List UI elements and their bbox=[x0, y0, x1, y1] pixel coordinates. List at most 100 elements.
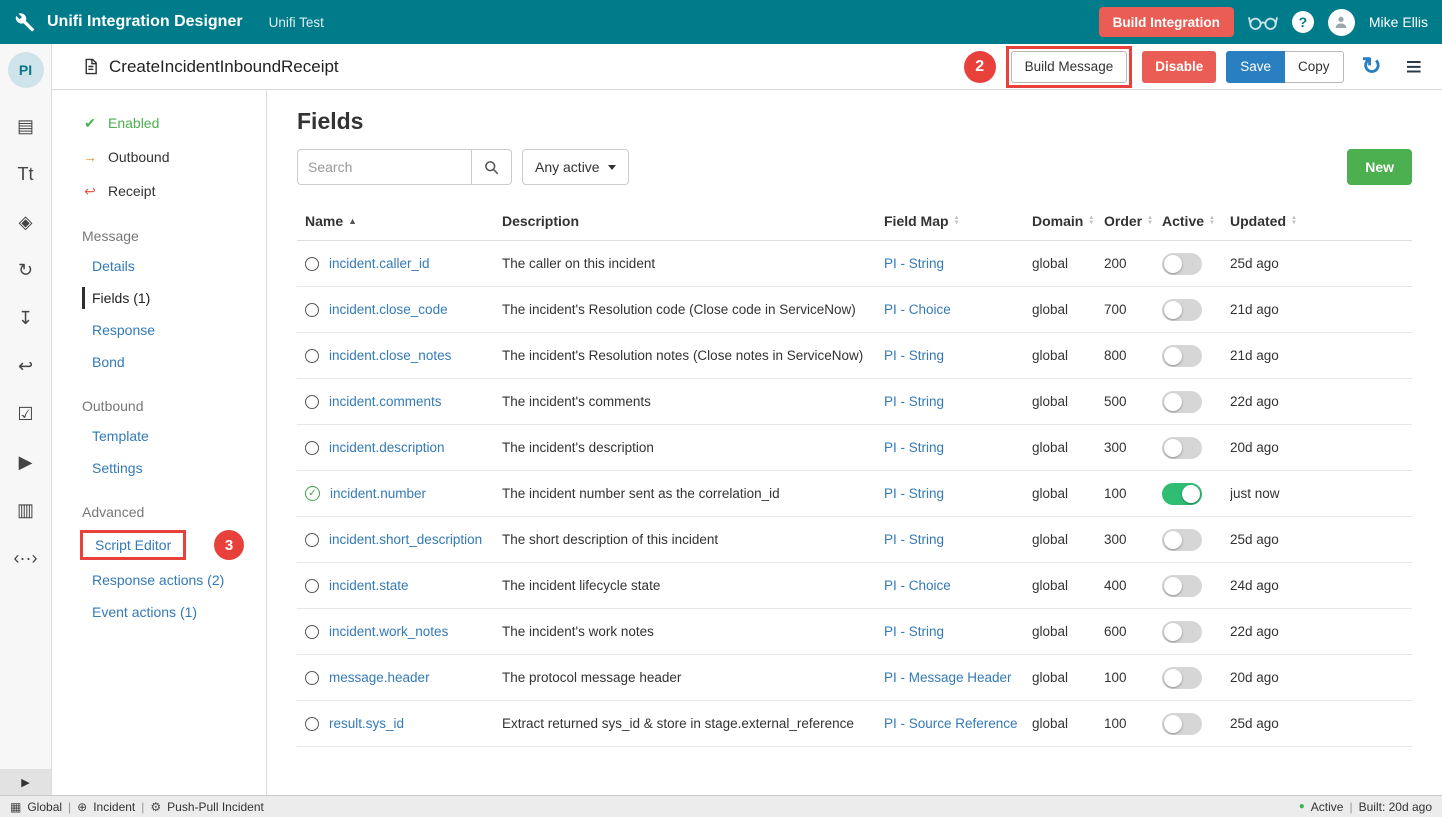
user-avatar[interactable] bbox=[1328, 9, 1355, 36]
radio-circle-icon[interactable] bbox=[305, 717, 319, 731]
active-toggle[interactable] bbox=[1162, 667, 1202, 689]
status-item-label: Enabled bbox=[108, 115, 159, 131]
sidebar-collapse-button[interactable]: ▶ bbox=[0, 769, 51, 795]
radio-circle-icon[interactable] bbox=[305, 579, 319, 593]
sidebar-item-response-actions-2[interactable]: Response actions (2) bbox=[52, 564, 266, 596]
field-name-link[interactable]: message.header bbox=[329, 670, 430, 685]
field-map-link[interactable]: PI - String bbox=[884, 532, 1032, 547]
field-map-link[interactable]: PI - Source Reference bbox=[884, 716, 1032, 731]
active-filter-dropdown[interactable]: Any active bbox=[522, 149, 629, 185]
radio-circle-icon[interactable] bbox=[305, 257, 319, 271]
book-icon[interactable]: ▥ bbox=[13, 498, 39, 522]
field-name-link[interactable]: incident.caller_id bbox=[329, 256, 430, 271]
description-cell: The incident's Resolution code (Close co… bbox=[502, 302, 884, 317]
save-button[interactable]: Save bbox=[1226, 51, 1285, 83]
field-map-link[interactable]: PI - Choice bbox=[884, 578, 1032, 593]
radio-circle-icon[interactable] bbox=[305, 303, 319, 317]
column-header-name[interactable]: Name▲ bbox=[297, 213, 502, 229]
active-toggle[interactable] bbox=[1162, 391, 1202, 413]
field-map-link[interactable]: PI - String bbox=[884, 486, 1032, 501]
active-toggle[interactable] bbox=[1162, 713, 1202, 735]
table-row: incident.close_notesThe incident's Resol… bbox=[297, 333, 1412, 379]
document-icon[interactable]: ▤ bbox=[13, 114, 39, 138]
field-map-link[interactable]: PI - String bbox=[884, 394, 1032, 409]
radio-circle-icon[interactable] bbox=[305, 671, 319, 685]
field-name-link[interactable]: incident.comments bbox=[329, 394, 442, 409]
radio-circle-icon[interactable] bbox=[305, 349, 319, 363]
field-map-link[interactable]: PI - String bbox=[884, 624, 1032, 639]
column-header-field-map[interactable]: Field Map▲▼ bbox=[884, 213, 1032, 229]
preview-glasses-icon[interactable] bbox=[1248, 13, 1278, 31]
new-button[interactable]: New bbox=[1347, 149, 1412, 185]
sidebar-item-event-actions-1[interactable]: Event actions (1) bbox=[52, 596, 266, 628]
field-map-link[interactable]: PI - String bbox=[884, 256, 1032, 271]
hamburger-menu-icon[interactable]: ≡ bbox=[1406, 53, 1422, 81]
play-icon[interactable]: ▶ bbox=[13, 450, 39, 474]
active-toggle[interactable] bbox=[1162, 299, 1202, 321]
code-icon[interactable]: ‹··› bbox=[13, 546, 39, 570]
text-format-icon[interactable]: Tt bbox=[13, 162, 39, 186]
reply-icon[interactable]: ↩ bbox=[13, 354, 39, 378]
sidebar-item-response[interactable]: Response bbox=[52, 314, 266, 346]
field-name-link[interactable]: incident.state bbox=[329, 578, 409, 593]
sidebar-item-template[interactable]: Template bbox=[52, 420, 266, 452]
active-toggle[interactable] bbox=[1162, 621, 1202, 643]
column-label: Field Map bbox=[884, 213, 949, 229]
copy-button[interactable]: Copy bbox=[1285, 51, 1344, 83]
help-icon[interactable]: ? bbox=[1292, 11, 1314, 33]
sidebar-item-details[interactable]: Details bbox=[52, 250, 266, 282]
active-toggle[interactable] bbox=[1162, 529, 1202, 551]
field-map-link[interactable]: PI - Message Header bbox=[884, 670, 1032, 685]
checked-circle-icon[interactable]: ✓ bbox=[305, 486, 320, 501]
column-header-domain[interactable]: Domain▲▼ bbox=[1032, 213, 1104, 229]
active-toggle[interactable] bbox=[1162, 345, 1202, 367]
sidebar-item-settings[interactable]: Settings bbox=[52, 452, 266, 484]
field-name-link[interactable]: incident.number bbox=[330, 486, 426, 501]
column-header-order[interactable]: Order▲▼ bbox=[1104, 213, 1162, 229]
field-map-link[interactable]: PI - Choice bbox=[884, 302, 1032, 317]
active-toggle[interactable] bbox=[1162, 483, 1202, 505]
active-toggle[interactable] bbox=[1162, 253, 1202, 275]
field-name-link[interactable]: incident.close_notes bbox=[329, 348, 451, 363]
active-toggle[interactable] bbox=[1162, 575, 1202, 597]
build-message-button[interactable]: Build Message bbox=[1011, 51, 1128, 83]
field-name-link[interactable]: incident.description bbox=[329, 440, 445, 455]
page-title: CreateIncidentInboundReceipt bbox=[109, 57, 339, 77]
table-row: incident.stateThe incident lifecycle sta… bbox=[297, 563, 1412, 609]
process-avatar[interactable]: PI bbox=[8, 52, 44, 88]
radio-circle-icon[interactable] bbox=[305, 625, 319, 639]
main-content: Fields Any active New Name▲DescriptionFi… bbox=[267, 90, 1442, 795]
search-icon bbox=[484, 160, 499, 175]
tasks-icon[interactable]: ☑ bbox=[13, 402, 39, 426]
column-header-active[interactable]: Active▲▼ bbox=[1162, 213, 1230, 229]
column-header-description[interactable]: Description bbox=[502, 213, 884, 229]
field-map-link[interactable]: PI - String bbox=[884, 348, 1032, 363]
search-button[interactable] bbox=[472, 149, 512, 185]
radio-circle-icon[interactable] bbox=[305, 533, 319, 547]
sidebar-item-fields-1[interactable]: Fields (1) bbox=[52, 282, 266, 314]
disable-button[interactable]: Disable bbox=[1142, 51, 1216, 83]
download-icon[interactable]: ↧ bbox=[13, 306, 39, 330]
field-name-link[interactable]: result.sys_id bbox=[329, 716, 404, 731]
radio-circle-icon[interactable] bbox=[305, 441, 319, 455]
sidebar-item-bond[interactable]: Bond bbox=[52, 346, 266, 378]
column-label: Updated bbox=[1230, 213, 1286, 229]
sidebar-item-script-editor[interactable]: Script Editor3 bbox=[52, 526, 266, 564]
refresh-icon[interactable]: ↻ bbox=[1362, 55, 1382, 79]
field-name-link[interactable]: incident.close_code bbox=[329, 302, 448, 317]
chevron-down-icon bbox=[608, 165, 616, 170]
search-input[interactable] bbox=[297, 149, 472, 185]
field-name-link[interactable]: incident.work_notes bbox=[329, 624, 448, 639]
status-bar: ▦Global|⊕Incident|⚙Push-Pull Incident ● … bbox=[0, 795, 1442, 817]
send-icon[interactable]: ◈ bbox=[13, 210, 39, 234]
history-icon[interactable]: ↻ bbox=[13, 258, 39, 282]
build-integration-button[interactable]: Build Integration bbox=[1099, 7, 1234, 37]
field-map-link[interactable]: PI - String bbox=[884, 440, 1032, 455]
column-header-updated[interactable]: Updated▲▼ bbox=[1230, 213, 1412, 229]
active-cell bbox=[1162, 299, 1230, 321]
radio-circle-icon[interactable] bbox=[305, 395, 319, 409]
active-cell bbox=[1162, 575, 1230, 597]
column-label: Active bbox=[1162, 213, 1204, 229]
active-toggle[interactable] bbox=[1162, 437, 1202, 459]
field-name-link[interactable]: incident.short_description bbox=[329, 532, 482, 547]
